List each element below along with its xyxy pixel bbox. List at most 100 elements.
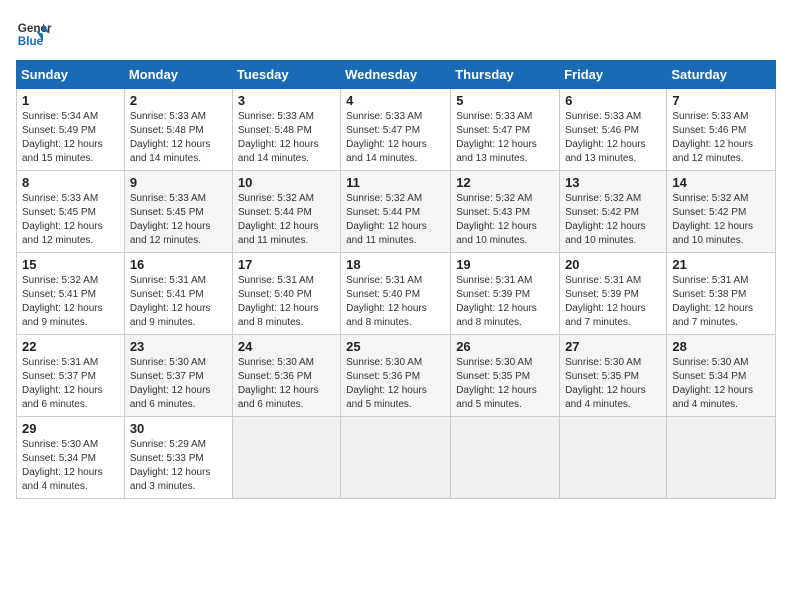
day-info: Sunrise: 5:33 AM Sunset: 5:45 PM Dayligh… xyxy=(22,192,119,248)
day-number: 18 xyxy=(346,257,445,272)
logo-icon: General Blue xyxy=(16,16,52,52)
day-info: Sunrise: 5:30 AM Sunset: 5:35 PM Dayligh… xyxy=(565,356,661,412)
calendar-cell: 15 Sunrise: 5:32 AM Sunset: 5:41 PM Dayli… xyxy=(17,253,125,335)
calendar-cell: 30 Sunrise: 5:29 AM Sunset: 5:33 PM Dayli… xyxy=(124,417,232,499)
calendar-week-row: 1 Sunrise: 5:34 AM Sunset: 5:49 PM Daylig… xyxy=(17,89,776,171)
calendar-cell: 18 Sunrise: 5:31 AM Sunset: 5:40 PM Dayli… xyxy=(341,253,451,335)
day-number: 15 xyxy=(22,257,119,272)
day-number: 27 xyxy=(565,339,661,354)
calendar-cell: 11Sunrise: 5:32 AM Sunset: 5:44 PM Dayli… xyxy=(341,171,451,253)
day-info: Sunrise: 5:33 AM Sunset: 5:47 PM Dayligh… xyxy=(456,110,554,166)
weekday-header-saturday: Saturday xyxy=(667,61,776,89)
day-info: Sunrise: 5:34 AM Sunset: 5:49 PM Dayligh… xyxy=(22,110,119,166)
day-number: 10 xyxy=(238,175,335,190)
day-info: Sunrise: 5:31 AM Sunset: 5:39 PM Dayligh… xyxy=(565,274,661,330)
calendar-cell: 25 Sunrise: 5:30 AM Sunset: 5:36 PM Dayli… xyxy=(341,335,451,417)
day-info: Sunrise: 5:31 AM Sunset: 5:38 PM Dayligh… xyxy=(672,274,770,330)
day-number: 1 xyxy=(22,93,119,108)
day-number: 28 xyxy=(672,339,770,354)
calendar-week-row: 15 Sunrise: 5:32 AM Sunset: 5:41 PM Dayli… xyxy=(17,253,776,335)
calendar-cell xyxy=(232,417,340,499)
day-number: 8 xyxy=(22,175,119,190)
day-number: 19 xyxy=(456,257,554,272)
calendar-week-row: 22Sunrise: 5:31 AM Sunset: 5:37 PM Dayli… xyxy=(17,335,776,417)
day-info: Sunrise: 5:33 AM Sunset: 5:46 PM Dayligh… xyxy=(672,110,770,166)
calendar-cell: 2 Sunrise: 5:33 AM Sunset: 5:48 PM Daylig… xyxy=(124,89,232,171)
day-info: Sunrise: 5:30 AM Sunset: 5:37 PM Dayligh… xyxy=(130,356,227,412)
calendar-table: SundayMondayTuesdayWednesdayThursdayFrid… xyxy=(16,60,776,499)
calendar-cell: 14 Sunrise: 5:32 AM Sunset: 5:42 PM Dayli… xyxy=(667,171,776,253)
calendar-cell: 24 Sunrise: 5:30 AM Sunset: 5:36 PM Dayli… xyxy=(232,335,340,417)
day-number: 7 xyxy=(672,93,770,108)
day-number: 22 xyxy=(22,339,119,354)
day-info: Sunrise: 5:32 AM Sunset: 5:44 PM Dayligh… xyxy=(346,192,445,248)
day-number: 20 xyxy=(565,257,661,272)
calendar-cell: 3 Sunrise: 5:33 AM Sunset: 5:48 PM Daylig… xyxy=(232,89,340,171)
day-info: Sunrise: 5:33 AM Sunset: 5:48 PM Dayligh… xyxy=(238,110,335,166)
day-info: Sunrise: 5:30 AM Sunset: 5:36 PM Dayligh… xyxy=(346,356,445,412)
day-number: 14 xyxy=(672,175,770,190)
day-info: Sunrise: 5:33 AM Sunset: 5:48 PM Dayligh… xyxy=(130,110,227,166)
calendar-cell: 20 Sunrise: 5:31 AM Sunset: 5:39 PM Dayli… xyxy=(560,253,667,335)
calendar-cell: 17 Sunrise: 5:31 AM Sunset: 5:40 PM Dayli… xyxy=(232,253,340,335)
day-number: 25 xyxy=(346,339,445,354)
day-number: 3 xyxy=(238,93,335,108)
calendar-cell: 28 Sunrise: 5:30 AM Sunset: 5:34 PM Dayli… xyxy=(667,335,776,417)
day-info: Sunrise: 5:32 AM Sunset: 5:43 PM Dayligh… xyxy=(456,192,554,248)
day-info: Sunrise: 5:33 AM Sunset: 5:46 PM Dayligh… xyxy=(565,110,661,166)
calendar-cell xyxy=(341,417,451,499)
calendar-week-row: 8 Sunrise: 5:33 AM Sunset: 5:45 PM Daylig… xyxy=(17,171,776,253)
calendar-cell: 29Sunrise: 5:30 AM Sunset: 5:34 PM Dayli… xyxy=(17,417,125,499)
day-number: 26 xyxy=(456,339,554,354)
page-header: General Blue xyxy=(16,16,776,52)
day-number: 5 xyxy=(456,93,554,108)
day-number: 12 xyxy=(456,175,554,190)
calendar-cell: 26 Sunrise: 5:30 AM Sunset: 5:35 PM Dayli… xyxy=(451,335,560,417)
weekday-header-sunday: Sunday xyxy=(17,61,125,89)
day-info: Sunrise: 5:30 AM Sunset: 5:36 PM Dayligh… xyxy=(238,356,335,412)
calendar-cell: 7 Sunrise: 5:33 AM Sunset: 5:46 PM Daylig… xyxy=(667,89,776,171)
day-info: Sunrise: 5:31 AM Sunset: 5:40 PM Dayligh… xyxy=(346,274,445,330)
day-number: 23 xyxy=(130,339,227,354)
calendar-cell: 27 Sunrise: 5:30 AM Sunset: 5:35 PM Dayli… xyxy=(560,335,667,417)
calendar-cell: 8 Sunrise: 5:33 AM Sunset: 5:45 PM Daylig… xyxy=(17,171,125,253)
day-number: 29 xyxy=(22,421,119,436)
calendar-cell xyxy=(451,417,560,499)
calendar-cell: 10 Sunrise: 5:32 AM Sunset: 5:44 PM Dayli… xyxy=(232,171,340,253)
day-info: Sunrise: 5:29 AM Sunset: 5:33 PM Dayligh… xyxy=(130,438,227,494)
logo: General Blue xyxy=(16,16,52,52)
day-info: Sunrise: 5:32 AM Sunset: 5:41 PM Dayligh… xyxy=(22,274,119,330)
day-info: Sunrise: 5:30 AM Sunset: 5:35 PM Dayligh… xyxy=(456,356,554,412)
day-info: Sunrise: 5:32 AM Sunset: 5:44 PM Dayligh… xyxy=(238,192,335,248)
day-number: 21 xyxy=(672,257,770,272)
svg-text:General: General xyxy=(18,22,52,35)
calendar-cell: 4Sunrise: 5:33 AM Sunset: 5:47 PM Daylig… xyxy=(341,89,451,171)
calendar-cell: 1 Sunrise: 5:34 AM Sunset: 5:49 PM Daylig… xyxy=(17,89,125,171)
calendar-cell: 12 Sunrise: 5:32 AM Sunset: 5:43 PM Dayli… xyxy=(451,171,560,253)
calendar-cell: 13Sunrise: 5:32 AM Sunset: 5:42 PM Dayli… xyxy=(560,171,667,253)
weekday-header-tuesday: Tuesday xyxy=(232,61,340,89)
day-info: Sunrise: 5:31 AM Sunset: 5:39 PM Dayligh… xyxy=(456,274,554,330)
calendar-cell: 22Sunrise: 5:31 AM Sunset: 5:37 PM Dayli… xyxy=(17,335,125,417)
calendar-cell xyxy=(667,417,776,499)
day-info: Sunrise: 5:30 AM Sunset: 5:34 PM Dayligh… xyxy=(672,356,770,412)
day-info: Sunrise: 5:32 AM Sunset: 5:42 PM Dayligh… xyxy=(672,192,770,248)
day-number: 17 xyxy=(238,257,335,272)
day-number: 2 xyxy=(130,93,227,108)
day-number: 13 xyxy=(565,175,661,190)
day-number: 24 xyxy=(238,339,335,354)
calendar-cell xyxy=(560,417,667,499)
weekday-header-friday: Friday xyxy=(560,61,667,89)
day-number: 30 xyxy=(130,421,227,436)
calendar-cell: 5 Sunrise: 5:33 AM Sunset: 5:47 PM Daylig… xyxy=(451,89,560,171)
weekday-header-thursday: Thursday xyxy=(451,61,560,89)
calendar-cell: 21 Sunrise: 5:31 AM Sunset: 5:38 PM Dayli… xyxy=(667,253,776,335)
day-number: 6 xyxy=(565,93,661,108)
day-info: Sunrise: 5:31 AM Sunset: 5:41 PM Dayligh… xyxy=(130,274,227,330)
calendar-cell: 16Sunrise: 5:31 AM Sunset: 5:41 PM Dayli… xyxy=(124,253,232,335)
day-info: Sunrise: 5:33 AM Sunset: 5:47 PM Dayligh… xyxy=(346,110,445,166)
weekday-header-monday: Monday xyxy=(124,61,232,89)
calendar-cell: 19 Sunrise: 5:31 AM Sunset: 5:39 PM Dayli… xyxy=(451,253,560,335)
weekday-header-row: SundayMondayTuesdayWednesdayThursdayFrid… xyxy=(17,61,776,89)
day-info: Sunrise: 5:31 AM Sunset: 5:40 PM Dayligh… xyxy=(238,274,335,330)
